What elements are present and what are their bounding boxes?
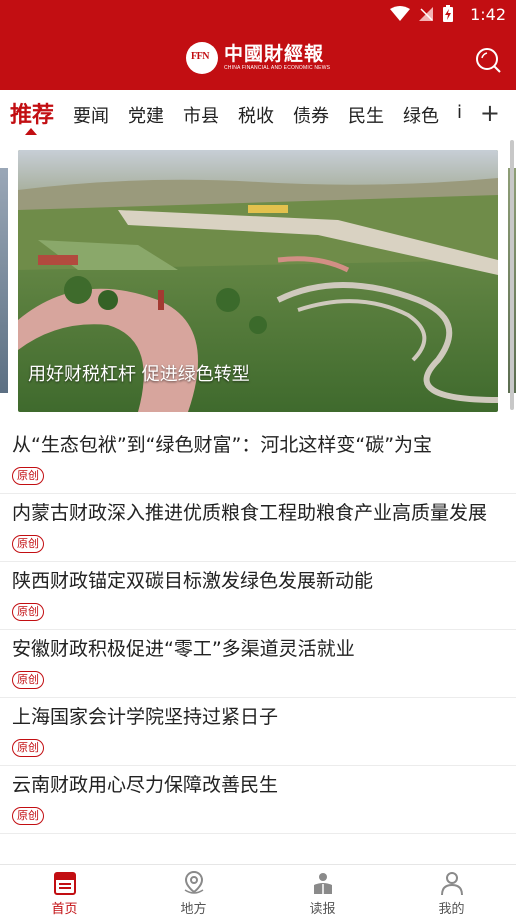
nav-home[interactable]: 首页	[0, 865, 129, 917]
wifi-icon	[390, 6, 410, 21]
nav-profile-label: 我的	[438, 902, 465, 917]
news-title[interactable]: 陕西财政锚定双碳目标激发绿色发展新动能	[12, 568, 506, 594]
tab-headlines[interactable]: 要闻	[73, 102, 109, 128]
original-badge: 原创	[12, 807, 44, 825]
logo-mark-text: FFN	[191, 51, 209, 62]
original-badge: 原创	[12, 467, 44, 485]
original-badge: 原创	[12, 603, 44, 621]
news-item[interactable]: 上海国家会计学院坚持过紧日子 原创	[0, 698, 516, 766]
status-bar: 1:42	[0, 0, 516, 30]
channel-tabs: 推荐 要闻 党建 市县 税收 债券 民生 绿色 i +	[0, 90, 516, 138]
bottom-navigation: 首页 地方 读报 我的	[0, 864, 516, 917]
news-title[interactable]: 从“生态包袱”到“绿色财富”：河北这样变“碳”为宝	[12, 432, 506, 458]
nav-local[interactable]: 地方	[129, 865, 258, 917]
status-time: 1:42	[470, 5, 506, 24]
profile-icon	[440, 872, 463, 896]
app-header: 1:42 FFN 中國財經報 CHINA FINANCIAL AND ECONO…	[0, 0, 516, 90]
scrollbar[interactable]	[510, 140, 514, 410]
nav-read-paper[interactable]: 读报	[258, 865, 387, 917]
brand-logo: FFN 中國財經報 CHINA FINANCIAL AND ECONOMIC N…	[186, 41, 336, 75]
location-pin-icon	[184, 870, 203, 894]
battery-charging-icon	[443, 5, 453, 22]
search-icon	[476, 48, 501, 73]
news-item[interactable]: 内蒙古财政深入推进优质粮食工程助粮食产业高质量发展 原创	[0, 494, 516, 562]
active-tab-indicator	[25, 128, 37, 135]
news-title[interactable]: 云南财政用心尽力保障改善民生	[12, 772, 506, 798]
original-badge: 原创	[12, 671, 44, 689]
original-badge: 原创	[12, 535, 44, 553]
banner-carousel[interactable]: 用好财税杠杆 促进绿色转型	[0, 148, 516, 414]
tab-party[interactable]: 党建	[128, 102, 164, 128]
banner-slide[interactable]: 用好财税杠杆 促进绿色转型	[18, 150, 498, 412]
search-button[interactable]	[474, 46, 502, 74]
tab-partial[interactable]: i	[457, 102, 462, 123]
news-item[interactable]: 陕西财政锚定双碳目标激发绿色发展新动能 原创	[0, 562, 516, 630]
news-title[interactable]: 上海国家会计学院坚持过紧日子	[12, 704, 506, 730]
tab-tax[interactable]: 税收	[238, 102, 274, 128]
nav-profile[interactable]: 我的	[387, 865, 516, 917]
tab-livelihood[interactable]: 民生	[348, 102, 384, 128]
tab-recommend[interactable]: 推荐	[10, 97, 54, 129]
tab-bonds[interactable]: 债券	[293, 102, 329, 128]
reader-icon	[313, 873, 332, 894]
nav-home-label: 首页	[51, 902, 78, 917]
add-channel-button[interactable]: +	[480, 101, 500, 125]
newspaper-icon	[53, 872, 76, 895]
news-title[interactable]: 安徽财政积极促进“零工”多渠道灵活就业	[12, 636, 506, 662]
status-icons	[390, 5, 454, 23]
banner-caption: 用好财税杠杆 促进绿色转型	[28, 364, 250, 385]
news-item[interactable]: 安徽财政积极促进“零工”多渠道灵活就业 原创	[0, 630, 516, 698]
tab-counties[interactable]: 市县	[183, 102, 219, 128]
news-item[interactable]: 云南财政用心尽力保障改善民生 原创	[0, 766, 516, 834]
original-badge: 原创	[12, 739, 44, 757]
nav-read-paper-label: 读报	[309, 902, 336, 917]
news-list: 从“生态包袱”到“绿色财富”：河北这样变“碳”为宝 原创 内蒙古财政深入推进优质…	[0, 426, 516, 834]
news-title[interactable]: 内蒙古财政深入推进优质粮食工程助粮食产业高质量发展	[12, 500, 506, 526]
previous-slide-peek[interactable]	[0, 168, 8, 393]
tab-green[interactable]: 绿色	[403, 102, 439, 128]
news-item[interactable]: 从“生态包袱”到“绿色财富”：河北这样变“碳”为宝 原创	[0, 426, 516, 494]
ffn-logo-icon: FFN	[186, 42, 218, 74]
brand-subtitle: CHINA FINANCIAL AND ECONOMIC NEWS	[224, 65, 331, 71]
nav-local-label: 地方	[180, 902, 207, 917]
brand-name: 中國財經報	[224, 43, 325, 65]
no-signal-icon	[419, 7, 433, 21]
